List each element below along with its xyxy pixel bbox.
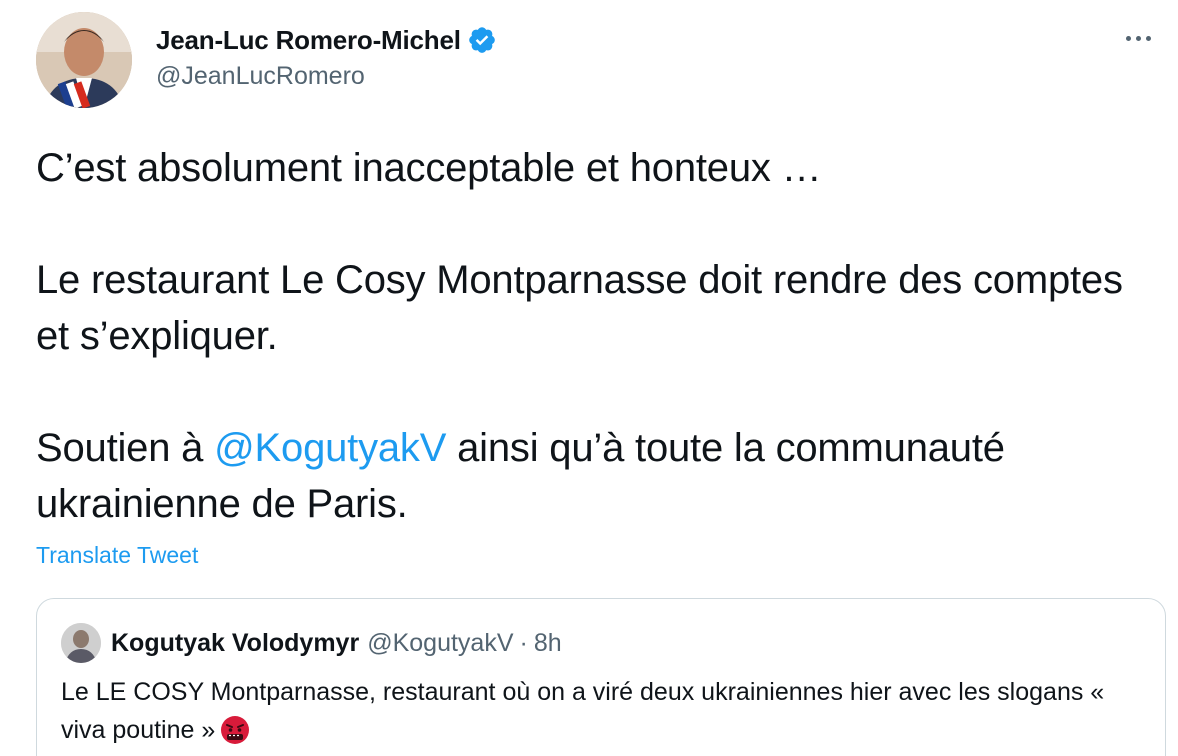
more-options-icon[interactable] — [1116, 22, 1160, 54]
quoted-text: Le LE COSY Montparnasse, restaurant où o… — [61, 673, 1141, 749]
tweet-paragraph-3: Soutien à @KogutyakV ainsi qu’à toute la… — [36, 420, 1156, 532]
separator-dot: · — [519, 628, 528, 657]
quoted-display-name[interactable]: Kogutyak Volodymyr — [111, 629, 359, 658]
tweet-text: C’est absolument inacceptable et honteux… — [36, 140, 1156, 532]
tweet-card: Jean-Luc Romero-Michel @JeanLucRomero C’… — [0, 0, 1178, 756]
angry-face-emoji-icon — [219, 713, 251, 745]
quoted-timestamp[interactable]: 8h — [534, 629, 562, 658]
quoted-author-avatar[interactable] — [61, 623, 101, 663]
translate-tweet-link[interactable]: Translate Tweet — [36, 542, 198, 569]
tweet-text-segment: Soutien à — [36, 426, 215, 470]
author-avatar[interactable] — [36, 12, 132, 108]
dot — [1145, 35, 1151, 41]
tweet-paragraph-2: Le restaurant Le Cosy Montparnasse doit … — [36, 258, 1123, 358]
quoted-tweet[interactable]: Kogutyak Volodymyr @KogutyakV · 8h Le LE… — [36, 598, 1166, 756]
quoted-handle[interactable]: @KogutyakV — [367, 629, 513, 658]
author-name-row[interactable]: Jean-Luc Romero-Michel — [156, 22, 497, 58]
author-display-name[interactable]: Jean-Luc Romero-Michel — [156, 25, 461, 56]
dot — [1135, 35, 1141, 41]
author-handle[interactable]: @JeanLucRomero — [156, 62, 365, 91]
quoted-header: Kogutyak Volodymyr @KogutyakV · 8h — [111, 625, 562, 661]
verified-badge-icon — [467, 25, 497, 55]
dot — [1125, 35, 1131, 41]
tweet-paragraph-1: C’est absolument inacceptable et honteux… — [36, 146, 822, 190]
quoted-text-content: Le LE COSY Montparnasse, restaurant où o… — [61, 678, 1105, 744]
mention-link[interactable]: @KogutyakV — [214, 426, 446, 470]
